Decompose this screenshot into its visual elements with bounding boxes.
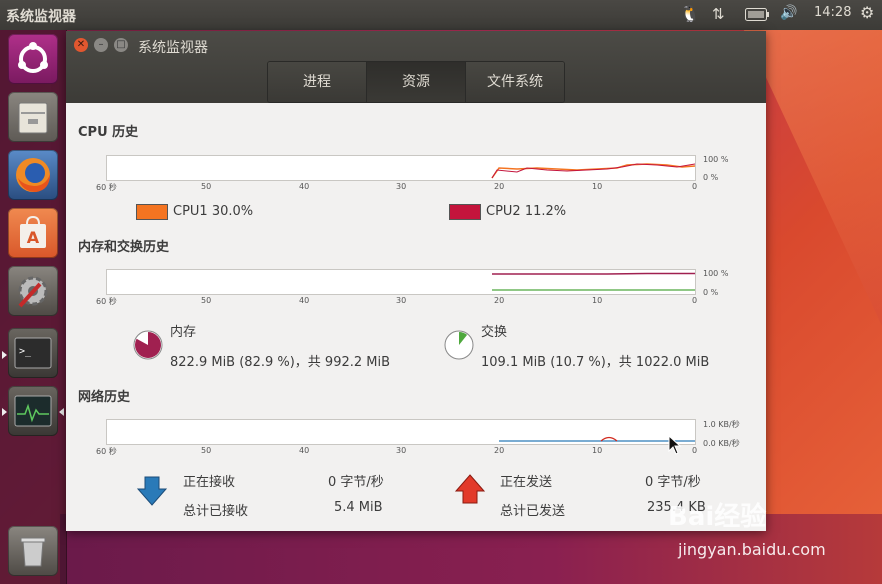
resources-panel: CPU 历史 100 % 0 % 60 秒 50 40 30 20 10 0 C…	[66, 103, 766, 531]
memory-label: 内存	[170, 325, 197, 340]
tick-label: 0	[692, 182, 698, 191]
battery-icon[interactable]	[745, 8, 769, 25]
mouse-cursor-icon	[668, 435, 682, 455]
tick-label: 60 秒	[96, 183, 117, 192]
window-titlebar[interactable]: ✕ – □ 系统监视器 进程 资源 文件系统	[66, 31, 766, 103]
trash-icon[interactable]	[8, 526, 58, 576]
tick-label: 30	[396, 296, 407, 305]
active-app-title: 系统监视器	[6, 9, 76, 25]
memory-y-max: 100 %	[703, 269, 729, 278]
memory-pie[interactable]	[132, 329, 164, 361]
cpu1-label: CPU1 30.0%	[173, 204, 254, 219]
cpu-history-graph	[106, 155, 696, 181]
tick-label: 60 秒	[96, 447, 117, 456]
running-indicator	[2, 408, 7, 416]
cpu-y-min: 0 %	[703, 173, 719, 182]
watermark-brand: Bai经验	[668, 502, 767, 532]
receive-arrow-icon[interactable]	[136, 475, 168, 507]
system-settings-icon[interactable]	[8, 266, 58, 316]
swap-pie[interactable]	[443, 329, 475, 361]
network-time-ticks: 60 秒 50 40 30 20 10 0	[96, 446, 706, 458]
cpu-section-title: CPU 历史	[78, 125, 139, 140]
cpu-time-ticks: 60 秒 50 40 30 20 10 0	[96, 182, 706, 194]
tick-label: 20	[494, 296, 505, 305]
tab-processes[interactable]: 进程	[268, 62, 367, 102]
cpu2-label: CPU2 11.2%	[486, 204, 567, 219]
tick-label: 30	[396, 446, 407, 455]
send-arrow-icon[interactable]	[454, 473, 486, 505]
penguin-icon[interactable]: 🐧	[680, 4, 700, 23]
tick-label: 0	[692, 296, 698, 305]
memory-history-graph	[106, 269, 696, 295]
minimize-button[interactable]: –	[94, 38, 108, 52]
software-center-icon[interactable]: A	[8, 208, 58, 258]
total-sent-label: 总计已发送	[500, 504, 566, 519]
sending-rate: 0 字节/秒	[645, 475, 701, 490]
tab-filesystems[interactable]: 文件系统	[466, 62, 564, 102]
tick-label: 10	[592, 296, 603, 305]
tick-label: 30	[396, 182, 407, 191]
network-icon[interactable]: ⇅	[712, 5, 725, 23]
tick-label: 20	[494, 182, 505, 191]
network-y-min: 0.0 KB/秒	[703, 439, 740, 448]
sending-label: 正在发送	[500, 475, 553, 490]
swap-label: 交换	[481, 325, 508, 340]
tick-label: 40	[299, 446, 310, 455]
tick-label: 50	[201, 296, 212, 305]
tick-label: 50	[201, 446, 212, 455]
tick-label: 20	[494, 446, 505, 455]
baidu-watermark: Bai经验 jingyan.baidu.com	[668, 490, 878, 580]
memory-time-ticks: 60 秒 50 40 30 20 10 0	[96, 296, 706, 308]
running-indicator	[2, 351, 7, 359]
cpu2-color-button[interactable]	[449, 204, 481, 220]
focused-indicator	[59, 408, 64, 416]
memory-value: 822.9 MiB (82.9 %)，共 992.2 MiB	[170, 355, 391, 370]
cpu-y-max: 100 %	[703, 155, 729, 164]
ubuntu-dash-icon[interactable]	[8, 34, 58, 84]
files-icon[interactable]	[8, 92, 58, 142]
tick-label: 10	[592, 182, 603, 191]
watermark-site: jingyan.baidu.com	[678, 540, 826, 559]
tick-label: 0	[692, 446, 698, 455]
tick-label: 50	[201, 182, 212, 191]
receiving-rate: 0 字节/秒	[328, 475, 384, 490]
receiving-label: 正在接收	[183, 475, 236, 490]
svg-text:>_: >_	[19, 346, 32, 357]
tick-label: 10	[592, 446, 603, 455]
tab-bar: 进程 资源 文件系统	[267, 61, 565, 103]
firefox-icon[interactable]	[8, 150, 58, 200]
system-monitor-window: ✕ – □ 系统监视器 进程 资源 文件系统 CPU 历史 100 % 0 % …	[66, 31, 766, 531]
power-gear-icon[interactable]: ⚙	[860, 3, 874, 22]
network-section-title: 网络历史	[78, 390, 131, 405]
system-monitor-icon[interactable]	[8, 386, 58, 436]
maximize-button[interactable]: □	[114, 38, 128, 52]
network-history-graph	[106, 419, 696, 445]
total-received-value: 5.4 MiB	[334, 500, 383, 515]
tick-label: 60 秒	[96, 297, 117, 306]
top-panel: 系统监视器 🐧 ⇅ 🔊 14:28 ⚙	[0, 0, 882, 30]
cpu1-color-button[interactable]	[136, 204, 168, 220]
close-button[interactable]: ✕	[74, 38, 88, 52]
launcher: A >_	[0, 30, 67, 584]
svg-text:A: A	[27, 228, 40, 247]
terminal-icon[interactable]: >_	[8, 328, 58, 378]
memory-section-title: 内存和交换历史	[78, 240, 170, 255]
volume-icon[interactable]: 🔊	[780, 5, 797, 21]
total-received-label: 总计已接收	[183, 504, 249, 519]
clock[interactable]: 14:28	[814, 5, 851, 20]
tick-label: 40	[299, 182, 310, 191]
network-y-max: 1.0 KB/秒	[703, 420, 740, 429]
tab-resources[interactable]: 资源	[367, 62, 466, 102]
tick-label: 40	[299, 296, 310, 305]
window-title: 系统监视器	[138, 40, 208, 56]
swap-value: 109.1 MiB (10.7 %)，共 1022.0 MiB	[481, 355, 710, 370]
